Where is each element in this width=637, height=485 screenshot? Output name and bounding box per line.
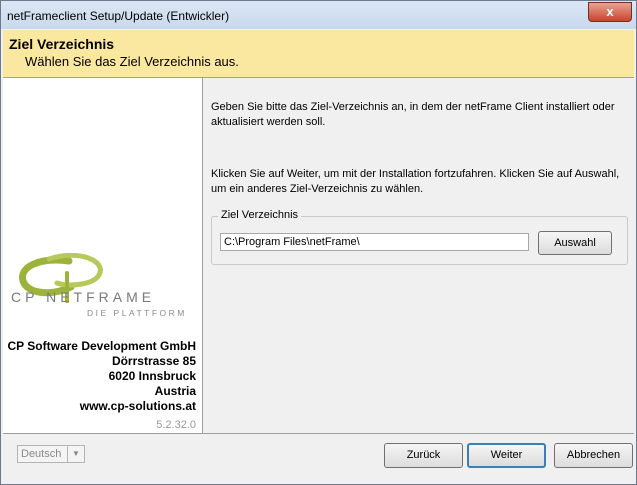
company-info: CP Software Development GmbH Dörrstrasse… bbox=[8, 339, 196, 414]
company-name: CP Software Development GmbH bbox=[7, 339, 196, 353]
version-label: 5.2.32.0 bbox=[156, 419, 196, 431]
company-country: Austria bbox=[154, 384, 196, 398]
sidebar-panel: CP NETFRAME DIE PLATTFORM CP Software De… bbox=[3, 78, 203, 433]
target-path-input[interactable] bbox=[220, 233, 529, 251]
page-header: Ziel Verzeichnis Wählen Sie das Ziel Ver… bbox=[3, 30, 634, 78]
target-directory-group: Ziel Verzeichnis Auswahl bbox=[211, 209, 628, 265]
group-label: Ziel Verzeichnis bbox=[218, 209, 302, 221]
company-city: 6020 Innsbruck bbox=[108, 369, 196, 383]
window-title: netFrameclient Setup/Update (Entwickler) bbox=[7, 9, 230, 23]
close-icon: x bbox=[606, 4, 614, 19]
language-value: Deutsch bbox=[21, 448, 62, 460]
page-subtitle: Wählen Sie das Ziel Verzeichnis aus. bbox=[25, 54, 239, 69]
footer: Deutsch ▼ Zurück Weiter Abbrechen bbox=[3, 434, 634, 484]
browse-button[interactable]: Auswahl bbox=[538, 231, 612, 255]
setup-window: netFrameclient Setup/Update (Entwickler)… bbox=[0, 0, 637, 485]
company-website: www.cp-solutions.at bbox=[79, 399, 196, 413]
company-street: Dörrstrasse 85 bbox=[111, 354, 196, 368]
language-select[interactable]: Deutsch ▼ bbox=[17, 445, 85, 463]
logo-graphic: CP NETFRAME DIE PLATTFORM bbox=[11, 252, 187, 318]
cancel-button[interactable]: Abbrechen bbox=[554, 443, 633, 468]
instruction-text: Geben Sie bitte das Ziel-Verzeichnis an,… bbox=[211, 101, 615, 128]
close-button[interactable]: x bbox=[588, 2, 632, 22]
back-button[interactable]: Zurück bbox=[384, 443, 463, 468]
page-title: Ziel Verzeichnis bbox=[9, 36, 115, 52]
logo-text: CP NETFRAME bbox=[11, 289, 155, 305]
chevron-down-icon[interactable]: ▼ bbox=[67, 446, 84, 462]
cp-netframe-logo: CP NETFRAME DIE PLATTFORM bbox=[9, 252, 199, 323]
title-bar[interactable]: netFrameclient Setup/Update (Entwickler)… bbox=[1, 1, 636, 29]
main-content: Geben Sie bitte das Ziel-Verzeichnis an,… bbox=[203, 78, 634, 433]
logo-tagline: DIE PLATTFORM bbox=[87, 308, 187, 318]
next-button[interactable]: Weiter bbox=[467, 443, 546, 468]
continue-hint-text: Klicken Sie auf Weiter, um mit der Insta… bbox=[211, 168, 620, 195]
